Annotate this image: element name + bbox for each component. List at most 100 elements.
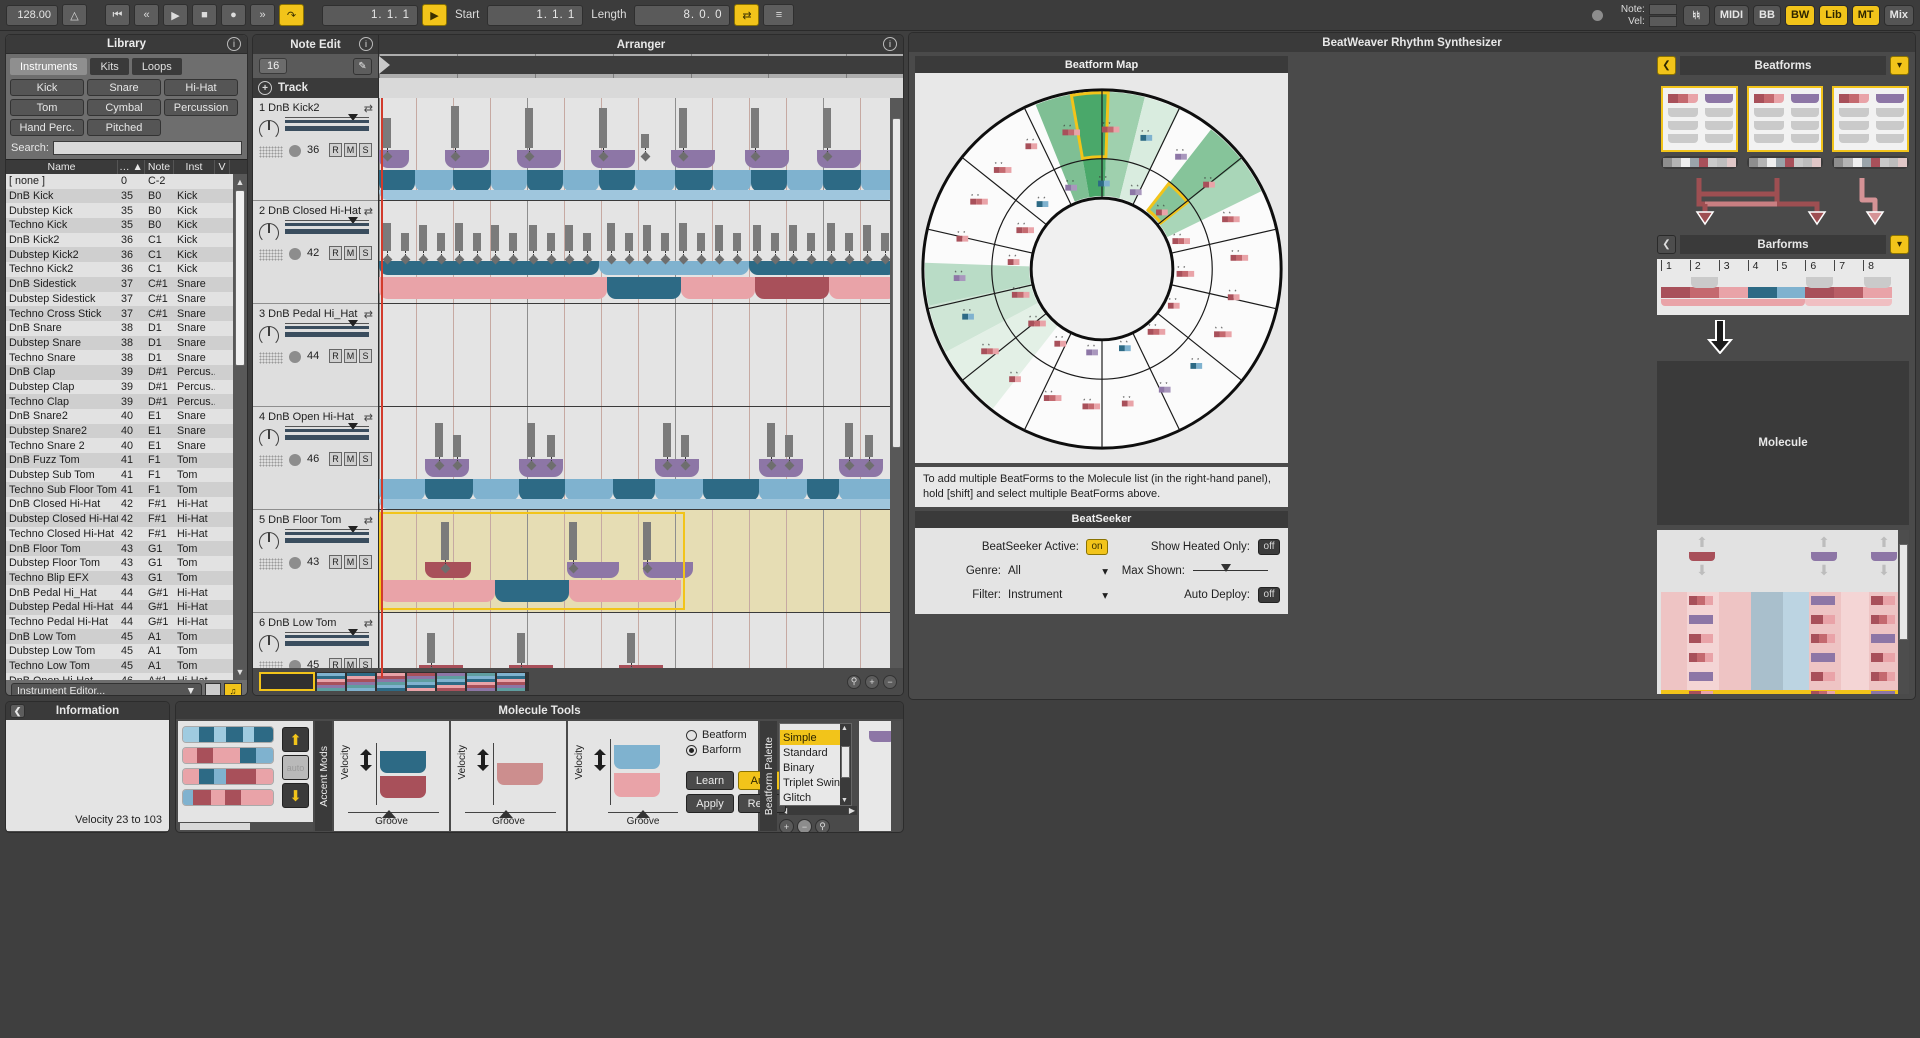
note-blob[interactable] [755, 277, 829, 299]
palette-scrollbar[interactable]: ▲ ▼ [840, 724, 851, 805]
note-blob[interactable] [655, 479, 703, 501]
genre-select[interactable]: All ▾ [1008, 564, 1108, 578]
note-blob[interactable] [635, 170, 675, 192]
note-blob[interactable] [491, 170, 527, 192]
list-icon[interactable]: ≡ [763, 4, 794, 26]
beatform-card[interactable] [1747, 86, 1824, 169]
mute-button[interactable]: M [344, 143, 357, 157]
table-row[interactable]: Dubstep Low Tom45A1Tom [6, 644, 247, 659]
velocity-stem[interactable] [607, 223, 615, 251]
track-lane[interactable] [379, 98, 903, 201]
velocity-stem[interactable] [663, 423, 671, 457]
instrument-editor-combo[interactable]: Instrument Editor... ▼ [11, 683, 202, 696]
note-blob[interactable] [519, 459, 563, 477]
note-blob[interactable] [613, 479, 655, 501]
table-row[interactable]: DnB Pedal Hi_Hat44G#1Hi-Hat [6, 585, 247, 600]
table-row[interactable]: Techno Sub Floor Tom41F1Tom [6, 482, 247, 497]
note-blob[interactable] [703, 479, 759, 501]
velocity-stem[interactable] [473, 233, 481, 251]
tab-mix[interactable]: Mix [1884, 5, 1914, 26]
molecule-column-header[interactable]: ⬆⬇ [1869, 534, 1899, 579]
velocity-stem[interactable] [625, 233, 633, 251]
note-blob[interactable] [599, 261, 749, 275]
solo-button[interactable]: S [359, 452, 372, 466]
playhead-marker[interactable] [379, 56, 390, 74]
swap-icon[interactable]: ⇄ [364, 205, 373, 218]
molecule-cell[interactable] [1871, 596, 1895, 605]
library-list[interactable]: [ none ]0C-2DnB Kick35B0KickDubstep Kick… [6, 174, 247, 680]
remove-icon[interactable]: − [797, 819, 812, 833]
track-led[interactable] [289, 351, 301, 363]
velocity-stem[interactable] [525, 108, 533, 148]
table-row[interactable]: Techno Cross Stick37C#1Snare [6, 306, 247, 321]
barform-segment[interactable] [1661, 287, 1690, 298]
table-row[interactable]: DnB Open Hi-Hat46A#1Hi-Hat [6, 673, 247, 680]
note-blob[interactable] [379, 580, 495, 602]
velocity-stem[interactable] [491, 225, 499, 251]
max-shown-slider[interactable] [1193, 570, 1268, 571]
beatform-thumbnail[interactable] [1661, 86, 1738, 152]
mute-button[interactable]: M [344, 349, 357, 363]
note-blob[interactable] [749, 261, 897, 275]
velocity-module-3[interactable]: Velocity Groove Beatform Barform Learn A… [568, 721, 758, 831]
note-blob[interactable] [591, 150, 635, 168]
track-led[interactable] [289, 454, 301, 466]
add-icon[interactable]: + [779, 819, 794, 833]
molecule-cell[interactable] [1811, 653, 1835, 662]
molecule-scrollbar[interactable] [1898, 530, 1909, 694]
barform-segment[interactable] [1719, 287, 1748, 298]
note-blob[interactable] [519, 479, 565, 501]
arranger-scrollbar[interactable] [890, 98, 903, 678]
velocity-stem[interactable] [661, 233, 669, 251]
category-snare[interactable]: Snare [87, 79, 161, 96]
tab-loops[interactable]: Loops [132, 58, 182, 75]
table-row[interactable]: Dubstep Kick35B0Kick [6, 203, 247, 218]
note-lanes[interactable] [379, 98, 903, 678]
table-row[interactable]: DnB Low Tom45A1Tom [6, 629, 247, 644]
velocity-stem[interactable] [383, 223, 391, 251]
speaker-icon[interactable]: ♫ [224, 683, 242, 696]
velocity-stem[interactable] [863, 225, 871, 251]
col-num[interactable]: … ▲ [118, 160, 145, 174]
velocity-module-2[interactable]: Velocity Groove [451, 721, 566, 831]
table-row[interactable]: Dubstep Kick236C1Kick [6, 247, 247, 262]
note-blob[interactable] [379, 499, 897, 509]
category-hihat[interactable]: Hi-Hat [164, 79, 238, 96]
radio-barform[interactable]: Barform [686, 744, 747, 756]
pan-knob[interactable] [259, 223, 279, 243]
chevron-left-icon[interactable]: ❮ [10, 704, 25, 718]
category-pitched[interactable]: Pitched [87, 119, 161, 136]
go-button[interactable]: ▶ [422, 4, 447, 26]
barform-accent[interactable] [1864, 277, 1891, 288]
metronome-icon[interactable]: △ [62, 4, 87, 26]
velocity-stem[interactable] [435, 423, 443, 457]
table-row[interactable]: Techno Snare38D1Snare [6, 350, 247, 365]
molecule-cell[interactable] [1811, 672, 1835, 681]
rewind-button[interactable]: « [134, 4, 159, 26]
swap-icon[interactable]: ⇄ [364, 617, 373, 630]
barform-segment[interactable] [1748, 287, 1777, 298]
note-blob[interactable] [655, 459, 699, 477]
molecule-cell[interactable] [1689, 615, 1713, 624]
list-item[interactable] [182, 768, 274, 785]
swatch-icon[interactable] [205, 683, 221, 696]
note-blob[interactable] [563, 170, 599, 192]
velocity-stem[interactable] [427, 633, 435, 663]
velocity-stem[interactable] [845, 233, 853, 251]
beatforms-expand-icon[interactable]: ▾ [1890, 56, 1909, 75]
molecule-column-header[interactable]: ⬆⬇ [1809, 534, 1839, 579]
table-row[interactable]: DnB Floor Tom43G1Tom [6, 541, 247, 556]
molecule-cell[interactable] [1689, 672, 1713, 681]
molecule-cell[interactable] [1871, 672, 1895, 681]
beatform-strip[interactable] [1832, 156, 1909, 169]
molecule-cell[interactable] [1689, 596, 1713, 605]
velocity-stem[interactable] [547, 435, 555, 457]
note-blob[interactable] [425, 479, 473, 501]
table-row[interactable]: DnB Fuzz Tom41F1Tom [6, 453, 247, 468]
record-enable-button[interactable]: R [329, 555, 342, 569]
mute-button[interactable]: M [344, 452, 357, 466]
tab-instruments[interactable]: Instruments [10, 58, 87, 75]
note-blob[interactable] [807, 479, 839, 501]
velocity-stem[interactable] [827, 223, 835, 251]
note-blob[interactable] [379, 479, 425, 501]
